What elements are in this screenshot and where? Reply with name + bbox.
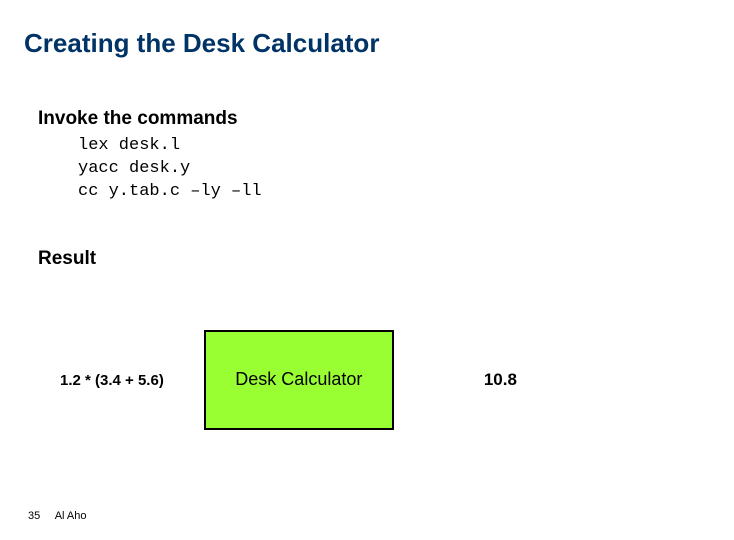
slide-title: Creating the Desk Calculator [24, 28, 379, 59]
code-commands: lex desk.l yacc desk.y cc y.tab.c –ly –l… [78, 135, 262, 204]
slide-footer: 35 Al Aho [28, 510, 87, 522]
diagram-output-value: 10.8 [484, 370, 517, 390]
page-number: 35 [28, 510, 40, 522]
diagram-input-expression: 1.2 * (3.4 + 5.6) [60, 372, 164, 389]
section-heading-result: Result [38, 248, 96, 270]
section-heading-invoke: Invoke the commands [38, 108, 238, 130]
result-diagram: 1.2 * (3.4 + 5.6) Desk Calculator 10.8 [60, 330, 680, 430]
author-name: Al Aho [55, 510, 87, 522]
diagram-box-desk-calculator: Desk Calculator [204, 330, 394, 430]
